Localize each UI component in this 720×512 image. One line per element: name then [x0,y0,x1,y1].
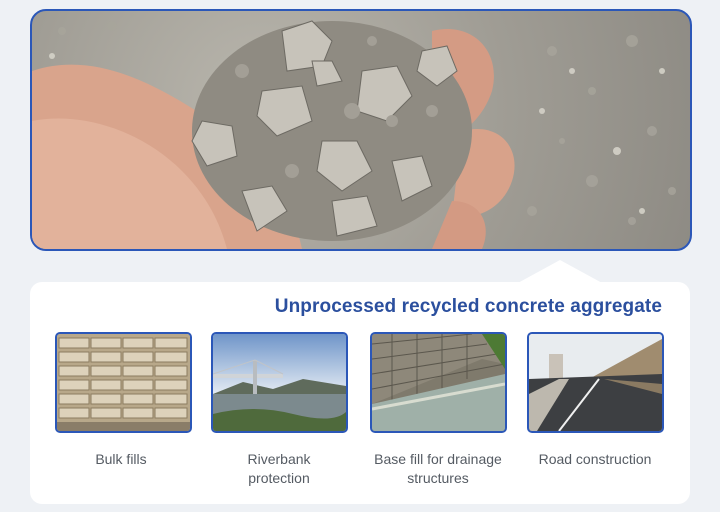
road-photo [527,332,664,433]
hero-photo-aggregate-in-hand [30,9,692,251]
section-headline: Unprocessed recycled concrete aggregate [274,296,662,317]
caption-bulk-fills: Bulk fills [95,451,147,467]
applications-card: Unprocessed recycled concrete aggregate [30,282,690,504]
caption-riverbank-protection: Riverbank protection [204,450,354,488]
gabion-wall-photo [370,332,507,433]
callout-notch [516,260,604,284]
caption-text: Riverbank protection [247,451,311,486]
cement-bags-photo [55,332,192,433]
caption-road-construction: Road construction [538,451,652,467]
river-bridge-photo [211,332,348,433]
caption-base-fill: Base fill for drainage structures [374,451,502,486]
